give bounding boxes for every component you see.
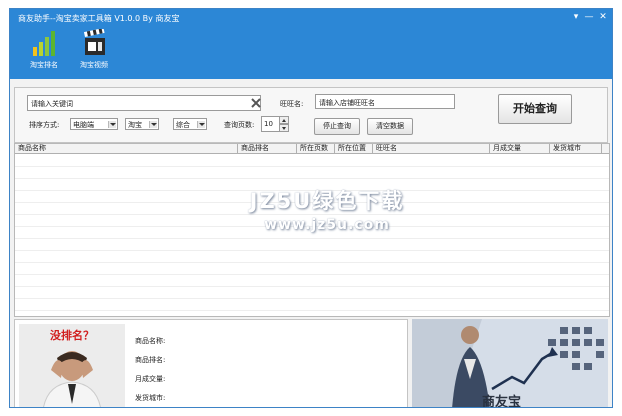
promo-banner[interactable]: 商友宝 <box>412 319 608 408</box>
table-row-line <box>15 238 609 239</box>
table-row-line <box>15 298 609 299</box>
column-header[interactable]: 发货城市 <box>550 144 602 154</box>
start-query-button[interactable]: 开始查询 <box>498 94 572 124</box>
shop-name-input[interactable]: 请输入店铺旺旺名 <box>315 94 455 109</box>
table-row-line <box>15 226 609 227</box>
column-header[interactable]: 商品排名 <box>238 144 297 154</box>
chevron-up-icon[interactable] <box>279 116 289 124</box>
dropdown-arrow-icon <box>197 121 205 128</box>
table-row-line <box>15 190 609 191</box>
shop-name-label: 旺旺名: <box>280 100 304 108</box>
table-row-line <box>15 262 609 263</box>
tool-label: 淘宝视频 <box>80 61 108 69</box>
close-icon[interactable]: ✕ <box>597 12 609 22</box>
product-name-label: 商品名称: <box>135 337 166 345</box>
device-select-value: 电脑端 <box>73 121 94 129</box>
table-row-line <box>15 166 609 167</box>
product-rank-label: 商品排名: <box>135 356 166 364</box>
settings-menu-icon[interactable]: ▾ <box>570 12 582 22</box>
table-row-line <box>15 250 609 251</box>
tool-taobao-ranking[interactable]: 淘宝排名 <box>24 27 64 71</box>
device-select[interactable]: 电脑端 <box>70 118 118 130</box>
app-window: 商友助手--淘宝卖家工具箱 V1.0.0 By 商友宝 ▾ — ✕ 淘宝排名 淘… <box>9 8 613 408</box>
column-header[interactable]: 月成交量 <box>490 144 550 154</box>
film-clapper-icon <box>83 29 105 55</box>
chevron-down-icon[interactable] <box>279 124 289 132</box>
dropdown-arrow-icon <box>108 121 116 128</box>
order-select[interactable]: 综合 <box>173 118 207 130</box>
dropdown-arrow-icon <box>149 121 157 128</box>
table-row-line <box>15 310 609 311</box>
column-header[interactable]: 旺旺名 <box>373 144 490 154</box>
table-row-line <box>15 178 609 179</box>
tool-label: 淘宝排名 <box>30 61 58 69</box>
results-table[interactable]: 商品名称 商品排名 所在页数 所在位置 旺旺名 月成交量 发货城市 <box>14 143 610 317</box>
table-row-line <box>15 286 609 287</box>
sort-label: 排序方式: <box>29 121 60 129</box>
table-row-line <box>15 214 609 215</box>
tool-taobao-video[interactable]: 淘宝视频 <box>74 27 114 71</box>
order-select-value: 综合 <box>176 121 190 129</box>
column-header[interactable]: 所在页数 <box>297 144 335 154</box>
platform-select-value: 淘宝 <box>128 121 142 129</box>
title-bar: 商友助手--淘宝卖家工具箱 V1.0.0 By 商友宝 ▾ — ✕ 淘宝排名 淘… <box>10 9 612 79</box>
bar-chart-icon <box>33 31 55 56</box>
no-rank-image: 没排名？ <box>19 324 125 407</box>
table-row-line <box>15 202 609 203</box>
clear-data-button[interactable]: 清空数据 <box>367 118 413 135</box>
minimize-icon[interactable]: — <box>583 12 595 22</box>
clear-keyword-icon[interactable] <box>249 95 263 111</box>
banner-brand-text: 商友宝 <box>482 395 522 408</box>
window-title: 商友助手--淘宝卖家工具箱 V1.0.0 By 商友宝 <box>18 14 180 23</box>
product-detail-panel: 没排名？ 商品名称: 商品排名: 月成交量: 发货城市: <box>14 319 408 407</box>
worried-man-icon <box>43 351 101 407</box>
keyword-input[interactable]: 请输入关键词 <box>27 95 261 111</box>
no-rank-caption: 没排名？ <box>50 329 94 342</box>
column-header[interactable]: 商品名称 <box>15 144 238 154</box>
table-header: 商品名称 商品排名 所在页数 所在位置 旺旺名 月成交量 发货城市 <box>15 144 609 154</box>
column-header[interactable]: 所在位置 <box>335 144 373 154</box>
pages-label: 查询页数: <box>224 121 255 129</box>
search-panel: 请输入关键词 旺旺名: 请输入店铺旺旺名 排序方式: 电脑端 淘宝 综合 查询页… <box>14 87 608 143</box>
monthly-sales-label: 月成交量: <box>135 375 166 383</box>
platform-select[interactable]: 淘宝 <box>125 118 159 130</box>
stop-query-button[interactable]: 停止查询 <box>314 118 360 135</box>
ship-city-label: 发货城市: <box>135 394 166 402</box>
pages-stepper-buttons[interactable] <box>279 116 289 132</box>
table-row-line <box>15 274 609 275</box>
